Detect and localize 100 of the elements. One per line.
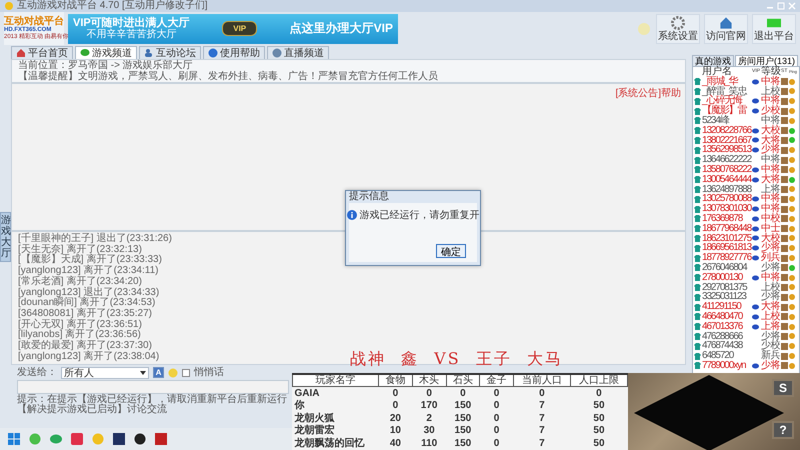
user-row[interactable]: 13802221667 大将 [693, 136, 799, 146]
nav-tab[interactable]: 互动论坛 [139, 46, 201, 59]
user-rank: 少将 [761, 332, 781, 342]
user-row[interactable]: 278000130 中将 [693, 272, 799, 283]
user-rank: 中将 [761, 164, 781, 175]
toolbar-button[interactable]: 系统设置 [656, 14, 700, 44]
user-name: 6485720 [702, 351, 734, 361]
minimap-button[interactable]: S [772, 379, 794, 397]
windows-icon[interactable] [8, 433, 20, 445]
user-row[interactable]: 13208228766 大校 [693, 126, 799, 136]
user-rank: 上校 [761, 312, 781, 322]
table-cell: 0 [446, 386, 480, 400]
user-row[interactable]: 6485720 新兵 [693, 351, 799, 361]
toolbar-button[interactable]: 退出平台 [752, 14, 796, 44]
user-rank: 少将 [761, 243, 781, 254]
user-row[interactable]: 2676046804 少将 [693, 262, 799, 273]
user-rank: 少校 [761, 106, 781, 116]
people-icon [144, 48, 154, 58]
nav-tab[interactable]: 使用帮助 [203, 46, 265, 59]
chat-message: [yanglong123] 离开了(23:34:11) [18, 266, 158, 276]
user-rank: 少将 [761, 292, 781, 302]
user-row[interactable]: 3325031123 少将 [693, 292, 799, 302]
table-cell: 150 [446, 424, 480, 438]
user-row[interactable]: 466480470 上校 [693, 312, 799, 322]
notice-text: 【温馨提醒】文明游戏，严禁骂人、刷屏、发布外挂、病毒、广告！严禁冒充官方任何工作人员 [18, 71, 438, 82]
user-name: 13005464444 [702, 174, 752, 185]
chat-message: [天生无奈] 离开了(23:32:13) [18, 244, 142, 255]
close-icon[interactable] [788, 2, 796, 10]
user-row[interactable]: 13005464444 大将 [693, 174, 799, 185]
user-row[interactable]: 18623101275 大校 [693, 234, 799, 244]
user-rank: 列兵 [761, 253, 781, 263]
user-row[interactable]: _雨城_华 中将 [693, 76, 799, 87]
minimap-button[interactable]: ? [772, 421, 794, 439]
table-cell: 0 [480, 412, 514, 425]
smiley-icon[interactable] [168, 368, 178, 378]
user-name: 13078301030 [702, 204, 752, 214]
user-name: _醉雷_笑忠 [702, 86, 748, 96]
user-rank: 大将 [761, 302, 781, 312]
user-rank: 中将 [761, 76, 781, 87]
chat-message: [开心无双] 离开了(23:36:51) [18, 320, 142, 330]
user-row[interactable]: 476288666 少将 [693, 332, 799, 342]
user-row[interactable]: 5234峰 中将 [693, 116, 799, 126]
nav-tab[interactable]: 游戏频道 [75, 46, 137, 59]
chat-message: [【魔影】天成] 离开了(23:33:33) [18, 255, 162, 266]
table-cell: 0 [480, 437, 514, 450]
table-cell: 2 [412, 412, 446, 425]
message-input[interactable] [17, 380, 289, 394]
banner-action: 点这里办理大厅VIP [290, 20, 393, 37]
user-row[interactable]: 18677968448 中士 [693, 224, 799, 234]
side-tab[interactable]: 游戏大厅 [0, 212, 11, 262]
user-row[interactable]: 176369878 中校 [693, 214, 799, 224]
user-row[interactable]: 476874438 少校 [693, 341, 799, 352]
font-button[interactable]: A [153, 367, 164, 378]
user-row[interactable]: 13646622222 中将 [693, 155, 799, 165]
app-icon [4, 1, 14, 11]
recipient-select[interactable]: 所有人 [61, 366, 149, 378]
whisper-label: 悄悄话 [194, 367, 224, 378]
user-row[interactable]: 2927081375 上校 [693, 282, 799, 292]
app-icon[interactable] [134, 433, 146, 445]
maximize-icon[interactable] [777, 2, 785, 10]
panel-tab[interactable]: 房间用户(131) [735, 55, 798, 66]
banner-subline: 不用辛辛苦苦挤大厅 [86, 28, 176, 40]
user-row[interactable]: 13025780088 中将 [693, 194, 799, 204]
user-name: 18623101275 [702, 234, 752, 244]
toolbar-button[interactable]: 访问官网 [704, 14, 748, 44]
user-row[interactable]: 13624897888 上将 [693, 184, 799, 194]
user-name: 467013376 [702, 322, 744, 332]
user-row[interactable]: 18778927776 列兵 [693, 253, 799, 263]
user-name: 13802221667 [702, 136, 752, 146]
table-cell: 110 [412, 437, 446, 450]
table-cell: 0 [378, 386, 412, 400]
user-row[interactable]: 13580768222 中将 [693, 164, 799, 175]
user-row[interactable]: 7789000xyn 少将 [693, 360, 799, 371]
user-row[interactable]: 411291150 大将 [693, 302, 799, 312]
panel-tab[interactable]: 真的游戏 [692, 55, 734, 66]
nav-tab[interactable]: 平台首页 [11, 46, 73, 59]
user-name: 13025780088 [702, 194, 752, 204]
user-name: 466480470 [702, 312, 744, 322]
user-row[interactable]: 467013376 上将 [693, 322, 799, 332]
table-header: 木头 [412, 374, 446, 386]
whisper-checkbox[interactable] [182, 368, 190, 376]
user-row[interactable]: _醉雷_笑忠 上校 [693, 86, 799, 96]
user-rank: 少校 [761, 341, 781, 352]
nav-tab[interactable]: 直播频道 [267, 46, 329, 59]
table-cell: 7 [513, 412, 570, 425]
user-name: 278000130 [702, 272, 744, 283]
user-row[interactable]: 13078301030 中将 [693, 204, 799, 214]
user-row[interactable]: 13562998513 少将 [693, 145, 799, 156]
table-header: 玩家名字 [292, 374, 379, 386]
match-title: 战神 鑫 VS 王子 大马 [350, 350, 563, 370]
announcement-link[interactable]: [系统公告]帮助 [615, 86, 681, 100]
user-row[interactable]: 18669561813 少将 [693, 243, 799, 254]
user-row[interactable]: 【魔影】雷 少校 [693, 106, 799, 116]
ok-button[interactable]: 确定 [436, 244, 466, 258]
table-cell: 20 [378, 412, 412, 425]
vip-banner[interactable]: VIP可随时进出满人大厅 不用辛辛苦苦挤大厅 VIP 点这里办理大厅VIP [68, 14, 398, 44]
user-name: 476874438 [702, 341, 744, 352]
user-rank: 中士 [761, 224, 781, 234]
user-name: 13562998513 [702, 145, 752, 156]
table-cell: 50 [570, 400, 628, 412]
